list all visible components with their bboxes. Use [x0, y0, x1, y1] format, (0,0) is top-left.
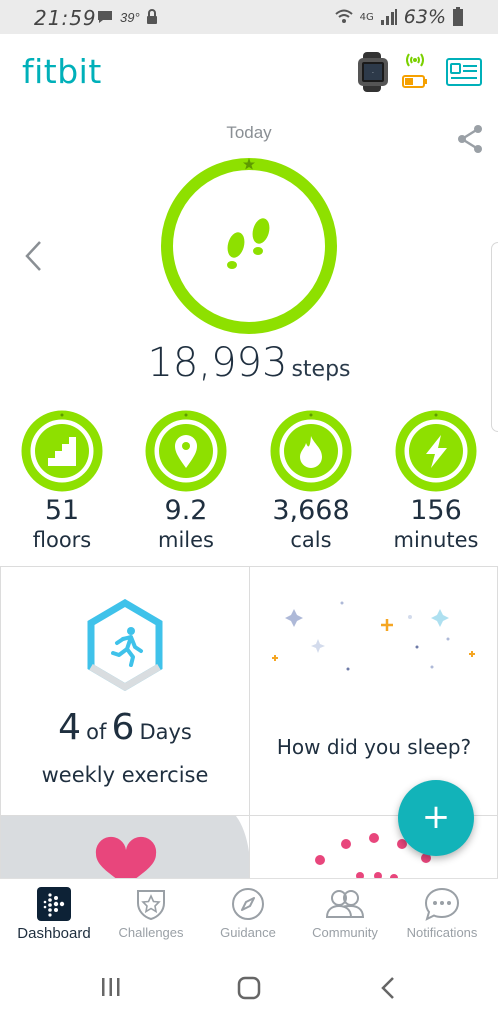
battery-percent: 63%	[403, 6, 446, 28]
status-bar: 21:59 39° 4G 63%	[0, 0, 498, 34]
scroll-handle[interactable]	[491, 242, 498, 432]
battery-icon	[453, 7, 463, 26]
watch-device-icon[interactable]: ·	[356, 52, 390, 92]
sleep-question: How did you sleep?	[276, 735, 472, 759]
bottom-nav: Dashboard Challenges Guidance Community …	[0, 878, 498, 948]
exercise-days-done: 4	[58, 707, 82, 748]
temperature-text: 39°	[120, 9, 140, 25]
calories-label: cals	[290, 528, 332, 552]
dashboard-icon	[37, 887, 71, 921]
active-minutes-stat[interactable]: 156 minutes	[374, 410, 498, 554]
steps-unit: steps	[291, 357, 351, 382]
tab-challenges-label: Challenges	[118, 925, 184, 940]
status-notifications: 39°	[96, 9, 158, 25]
tab-notifications-label: Notifications	[406, 925, 478, 940]
exercise-days-unit: Days	[139, 720, 192, 744]
community-people-icon	[325, 890, 365, 918]
floors-value: 51	[44, 495, 80, 526]
miles-value: 9.2	[164, 495, 208, 526]
floors-stat[interactable]: 51 floors	[0, 410, 124, 554]
lock-icon	[146, 9, 157, 24]
svg-text:·: ·	[372, 70, 374, 77]
heart-tile-art	[1, 816, 249, 880]
moon-stars-icon	[272, 601, 475, 672]
steps-summary: 18,993 steps	[0, 340, 498, 386]
location-pin-icon	[145, 410, 227, 492]
tab-guidance-label: Guidance	[220, 925, 276, 940]
sync-status-icon[interactable]	[401, 50, 429, 90]
footsteps-icon	[227, 218, 270, 269]
challenges-shield-icon	[137, 890, 165, 921]
tab-community[interactable]: Community	[295, 887, 395, 940]
share-icon[interactable]	[456, 124, 484, 154]
previous-day-arrow-icon[interactable]	[22, 240, 46, 272]
tab-notifications[interactable]: Notifications	[392, 887, 492, 940]
active-minutes-label: minutes	[393, 528, 479, 552]
lightning-icon	[395, 410, 477, 492]
signal-icon	[380, 9, 397, 25]
recent-apps-icon[interactable]	[100, 976, 122, 998]
day-label[interactable]: Today	[0, 123, 498, 143]
heart-rate-tile[interactable]	[0, 815, 250, 881]
compass-icon	[232, 888, 264, 920]
exercise-days-goal: 6	[111, 707, 135, 748]
running-hexagon-icon	[87, 599, 163, 691]
profile-card-icon[interactable]	[446, 58, 482, 86]
tab-guidance[interactable]: Guidance	[198, 887, 298, 940]
chat-bubble-icon	[424, 887, 460, 921]
exercise-tile[interactable]: 4 of 6 Days weekly exercise	[0, 566, 250, 816]
floors-label: floors	[32, 528, 92, 552]
status-right: 4G 63%	[334, 6, 464, 28]
network-type: 4G	[359, 11, 374, 23]
exercise-of-word: of	[86, 720, 107, 744]
tab-dashboard[interactable]: Dashboard	[4, 887, 104, 942]
add-button[interactable]: +	[398, 780, 474, 856]
calories-stat[interactable]: 3,668 cals	[249, 410, 373, 554]
fitbit-logo: fitbit	[22, 52, 102, 91]
tab-community-label: Community	[312, 925, 378, 940]
home-icon[interactable]	[237, 976, 261, 1000]
active-minutes-value: 156	[410, 495, 462, 526]
message-icon	[98, 11, 112, 23]
calories-value: 3,668	[272, 495, 350, 526]
status-time: 21:59	[34, 6, 97, 30]
back-icon[interactable]	[378, 976, 398, 1000]
miles-label: miles	[158, 528, 214, 552]
stairs-icon	[21, 410, 103, 492]
tab-challenges[interactable]: Challenges	[101, 887, 201, 940]
exercise-days-count: 4 of 6 Days	[1, 707, 249, 748]
system-nav-bar	[0, 948, 498, 1024]
steps-value: 18,993	[147, 340, 288, 386]
exercise-label: weekly exercise	[41, 763, 209, 787]
tab-dashboard-label: Dashboard	[17, 925, 91, 942]
sleep-tile[interactable]: How did you sleep?	[249, 566, 498, 816]
app-header: fitbit ·	[0, 34, 498, 114]
steps-goal-ring[interactable]	[158, 155, 340, 337]
flame-icon	[270, 410, 352, 492]
wifi-icon	[334, 9, 353, 23]
miles-stat[interactable]: 9.2 miles	[124, 410, 248, 554]
